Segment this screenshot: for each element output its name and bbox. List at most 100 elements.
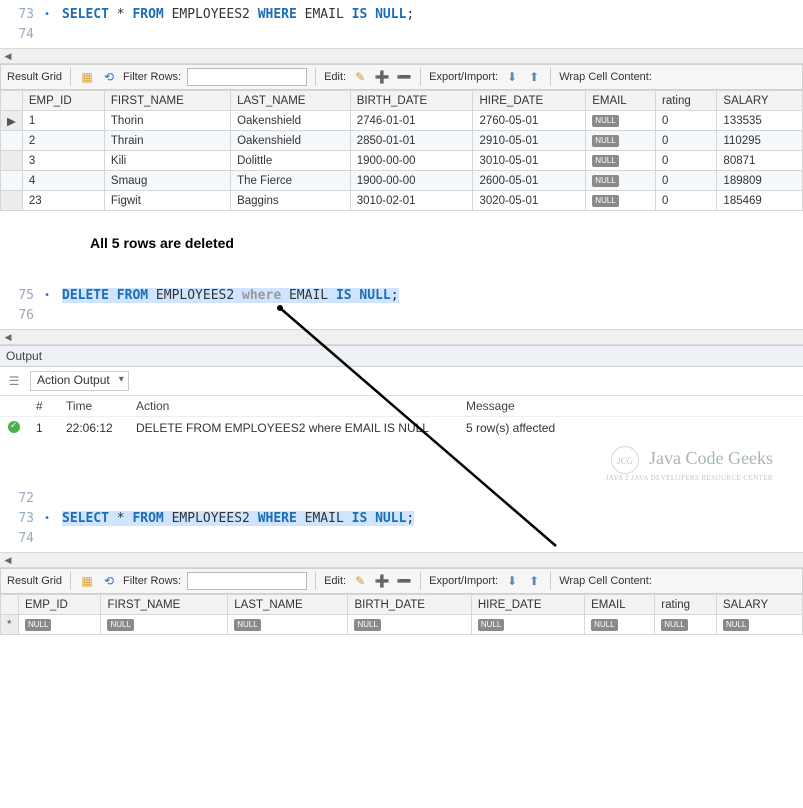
- table-row[interactable]: *NULLNULLNULLNULLNULLNULLNULLNULL: [1, 615, 803, 635]
- row-marker[interactable]: [1, 151, 23, 171]
- table-row[interactable]: 4SmaugThe Fierce1900-00-002600-05-01NULL…: [1, 171, 803, 191]
- sql-editor-1[interactable]: 73•SELECT * FROM EMPLOYEES2 WHERE EMAIL …: [0, 0, 803, 48]
- cell[interactable]: Oakenshield: [231, 131, 351, 151]
- column-header[interactable]: HIRE_DATE: [471, 595, 584, 615]
- import-icon[interactable]: ⬆: [526, 69, 542, 85]
- cell[interactable]: 0: [656, 171, 717, 191]
- cell[interactable]: 0: [656, 191, 717, 211]
- table-row[interactable]: 2ThrainOakenshield2850-01-012910-05-01NU…: [1, 131, 803, 151]
- cell[interactable]: Oakenshield: [231, 111, 351, 131]
- cell[interactable]: NULL: [101, 615, 228, 635]
- cell[interactable]: NULL: [655, 615, 717, 635]
- editor1-scrollbar[interactable]: ◀: [0, 48, 803, 64]
- cell[interactable]: 1: [22, 111, 104, 131]
- cell[interactable]: Smaug: [104, 171, 230, 191]
- result-grid-1[interactable]: EMP_IDFIRST_NAMELAST_NAMEBIRTH_DATEHIRE_…: [0, 90, 803, 211]
- output-row[interactable]: 1 22:06:12 DELETE FROM EMPLOYEES2 where …: [0, 417, 803, 441]
- scroll-left-icon[interactable]: ◀: [0, 330, 16, 344]
- column-header[interactable]: EMAIL: [586, 91, 656, 111]
- cell[interactable]: Thrain: [104, 131, 230, 151]
- column-header[interactable]: LAST_NAME: [231, 91, 351, 111]
- cell[interactable]: NULL: [348, 615, 471, 635]
- cell[interactable]: NULL: [471, 615, 584, 635]
- edit-delete-icon[interactable]: ➖: [396, 573, 412, 589]
- cell[interactable]: 0: [656, 151, 717, 171]
- cell[interactable]: NULL: [586, 191, 656, 211]
- cell[interactable]: 2760-05-01: [473, 111, 586, 131]
- cell[interactable]: NULL: [19, 615, 101, 635]
- cell[interactable]: 3010-02-01: [350, 191, 473, 211]
- breakpoint-dot[interactable]: •: [40, 513, 54, 524]
- cell[interactable]: NULL: [585, 615, 655, 635]
- cell[interactable]: 2600-05-01: [473, 171, 586, 191]
- row-marker[interactable]: [1, 171, 23, 191]
- import-icon[interactable]: ⬆: [526, 573, 542, 589]
- breakpoint-dot[interactable]: •: [40, 290, 54, 301]
- cell[interactable]: NULL: [228, 615, 348, 635]
- cell[interactable]: 1900-00-00: [350, 151, 473, 171]
- cell[interactable]: NULL: [586, 171, 656, 191]
- scroll-left-icon[interactable]: ◀: [0, 553, 16, 567]
- edit-icon[interactable]: ✎: [352, 573, 368, 589]
- cell[interactable]: Dolittle: [231, 151, 351, 171]
- cell[interactable]: 23: [22, 191, 104, 211]
- column-header[interactable]: FIRST_NAME: [104, 91, 230, 111]
- cell[interactable]: 2: [22, 131, 104, 151]
- editor2-scrollbar[interactable]: ◀: [0, 329, 803, 345]
- column-header[interactable]: EMP_ID: [22, 91, 104, 111]
- cell[interactable]: Kili: [104, 151, 230, 171]
- cell[interactable]: 2910-05-01: [473, 131, 586, 151]
- code-text[interactable]: SELECT * FROM EMPLOYEES2 WHERE EMAIL IS …: [54, 7, 414, 22]
- edit-add-icon[interactable]: ➕: [374, 573, 390, 589]
- table-row[interactable]: 3KiliDolittle1900-00-003010-05-01NULL080…: [1, 151, 803, 171]
- refresh-icon[interactable]: ⟲: [101, 69, 117, 85]
- edit-delete-icon[interactable]: ➖: [396, 69, 412, 85]
- cell[interactable]: 1900-00-00: [350, 171, 473, 191]
- breakpoint-dot[interactable]: •: [40, 9, 54, 20]
- scroll-left-icon[interactable]: ◀: [0, 49, 16, 63]
- output-type-select[interactable]: Action Output: [30, 371, 129, 391]
- refresh-icon[interactable]: ⟲: [101, 573, 117, 589]
- editor3-scrollbar[interactable]: ◀: [0, 552, 803, 568]
- table-row[interactable]: 23FigwitBaggins3010-02-013020-05-01NULL0…: [1, 191, 803, 211]
- cell[interactable]: 4: [22, 171, 104, 191]
- column-header[interactable]: BIRTH_DATE: [350, 91, 473, 111]
- column-header[interactable]: HIRE_DATE: [473, 91, 586, 111]
- row-marker[interactable]: *: [1, 615, 19, 635]
- grid-icon[interactable]: ▦: [79, 69, 95, 85]
- table-row[interactable]: ▶1ThorinOakenshield2746-01-012760-05-01N…: [1, 111, 803, 131]
- cell[interactable]: Figwit: [104, 191, 230, 211]
- filter-rows-input[interactable]: [187, 572, 307, 590]
- column-header[interactable]: rating: [655, 595, 717, 615]
- column-header[interactable]: LAST_NAME: [228, 595, 348, 615]
- column-header[interactable]: BIRTH_DATE: [348, 595, 471, 615]
- column-header[interactable]: SALARY: [717, 595, 803, 615]
- edit-add-icon[interactable]: ➕: [374, 69, 390, 85]
- column-header[interactable]: SALARY: [717, 91, 803, 111]
- cell[interactable]: Thorin: [104, 111, 230, 131]
- edit-icon[interactable]: ✎: [352, 69, 368, 85]
- cell[interactable]: NULL: [717, 615, 803, 635]
- column-header[interactable]: rating: [656, 91, 717, 111]
- cell[interactable]: 0: [656, 131, 717, 151]
- row-marker[interactable]: ▶: [1, 111, 23, 131]
- cell[interactable]: 3010-05-01: [473, 151, 586, 171]
- cell[interactable]: The Fierce: [231, 171, 351, 191]
- cell[interactable]: Baggins: [231, 191, 351, 211]
- row-marker[interactable]: [1, 191, 23, 211]
- export-icon[interactable]: ⬇: [504, 69, 520, 85]
- cell[interactable]: NULL: [586, 151, 656, 171]
- cell[interactable]: 0: [656, 111, 717, 131]
- cell[interactable]: 189809: [717, 171, 803, 191]
- cell[interactable]: 3020-05-01: [473, 191, 586, 211]
- column-header[interactable]: FIRST_NAME: [101, 595, 228, 615]
- cell[interactable]: 133535: [717, 111, 803, 131]
- row-marker[interactable]: [1, 131, 23, 151]
- result-grid-2[interactable]: EMP_IDFIRST_NAMELAST_NAMEBIRTH_DATEHIRE_…: [0, 594, 803, 635]
- filter-rows-input[interactable]: [187, 68, 307, 86]
- cell[interactable]: 2746-01-01: [350, 111, 473, 131]
- cell[interactable]: 185469: [717, 191, 803, 211]
- sql-editor-2[interactable]: 75•DELETE FROM EMPLOYEES2 where EMAIL IS…: [0, 281, 803, 329]
- cell[interactable]: NULL: [586, 131, 656, 151]
- output-clear-icon[interactable]: ☰: [6, 373, 22, 389]
